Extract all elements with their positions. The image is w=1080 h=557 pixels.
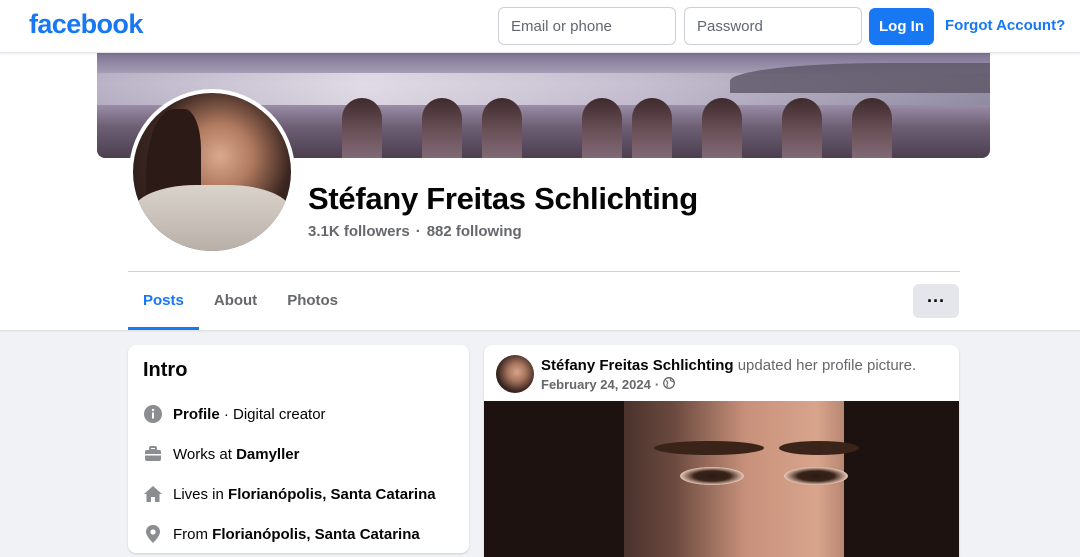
post-meta: February 24, 2024 ·	[541, 377, 676, 392]
profile-picture-image	[133, 93, 291, 251]
stats-separator: ·	[415, 223, 421, 240]
followers-link[interactable]: 3.1K followers	[308, 223, 410, 240]
intro-profile-label: Profile	[173, 405, 220, 423]
post-card: Stéfany Freitas Schlichting updated her …	[484, 345, 959, 557]
intro-row-work: Works at Damyller	[143, 434, 454, 474]
post-date[interactable]: February 24, 2024	[541, 377, 651, 392]
intro-row-lives: Lives in Florianópolis, Santa Catarina	[143, 474, 454, 514]
post-photo-eye	[784, 467, 848, 485]
cover-photo-figure	[782, 98, 822, 158]
post-photo-brow	[654, 441, 764, 455]
top-navigation-bar: facebook Log In Forgot Account?	[0, 0, 1080, 53]
cover-photo-figure	[342, 98, 382, 158]
profile-tabs: Posts About Photos	[128, 272, 353, 330]
profile-header: Stéfany Freitas Schlichting 3.1K followe…	[0, 53, 1080, 330]
intro-profile-category: · Digital creator	[219, 405, 326, 423]
tab-posts[interactable]: Posts	[128, 272, 199, 330]
briefcase-icon	[143, 444, 163, 464]
post-header: Stéfany Freitas Schlichting updated her …	[541, 357, 916, 374]
post-action-text: updated her profile picture.	[733, 357, 917, 374]
intro-row-profile: Profile · Digital creator	[143, 394, 454, 434]
post-photo[interactable]	[484, 401, 959, 557]
post-photo-hair	[484, 401, 624, 557]
post-author-name[interactable]: Stéfany Freitas Schlichting	[541, 357, 734, 374]
intro-from-city[interactable]: Florianópolis, Santa Catarina	[212, 526, 420, 543]
profile-picture-shirt	[133, 184, 291, 251]
cover-photo-figure	[702, 98, 742, 158]
more-options-button[interactable]: ···	[913, 284, 959, 318]
intro-card: Intro Profile · Digital creator Works at…	[128, 345, 469, 553]
intro-from-prefix: From	[173, 525, 213, 543]
intro-lives-prefix: Lives in	[173, 485, 229, 503]
location-pin-icon	[143, 524, 163, 544]
intro-lives-city[interactable]: Florianópolis, Santa Catarina	[228, 486, 436, 503]
tab-photos[interactable]: Photos	[272, 272, 353, 330]
intro-title: Intro	[143, 359, 188, 381]
intro-row-from: From Florianópolis, Santa Catarina	[143, 514, 454, 554]
cover-photo-figure	[632, 98, 672, 158]
password-field[interactable]	[684, 7, 862, 45]
post-photo-brow	[779, 441, 859, 455]
cover-photo-hill	[730, 63, 990, 93]
post-photo-hair	[844, 401, 959, 557]
following-link[interactable]: 882 following	[427, 223, 522, 240]
intro-work-employer[interactable]: Damyller	[236, 446, 299, 463]
home-icon	[143, 484, 163, 504]
globe-icon	[663, 377, 676, 392]
post-photo-eye	[680, 467, 744, 485]
tab-about[interactable]: About	[199, 272, 272, 330]
facebook-logo[interactable]: facebook	[29, 9, 143, 40]
profile-picture[interactable]	[129, 89, 295, 255]
profile-name: Stéfany Freitas Schlichting	[308, 181, 698, 216]
cover-photo-figure	[482, 98, 522, 158]
post-author-avatar[interactable]	[496, 355, 534, 393]
cover-photo-figure	[852, 98, 892, 158]
post-meta-separator: ·	[654, 377, 660, 392]
cover-photo-figure	[422, 98, 462, 158]
email-field[interactable]	[498, 7, 676, 45]
login-button[interactable]: Log In	[869, 8, 934, 45]
info-icon	[143, 404, 163, 424]
forgot-account-link[interactable]: Forgot Account?	[945, 17, 1065, 34]
follower-stats: 3.1K followers · 882 following	[308, 223, 522, 240]
cover-photo-figure	[582, 98, 622, 158]
intro-work-prefix: Works at	[173, 445, 237, 463]
